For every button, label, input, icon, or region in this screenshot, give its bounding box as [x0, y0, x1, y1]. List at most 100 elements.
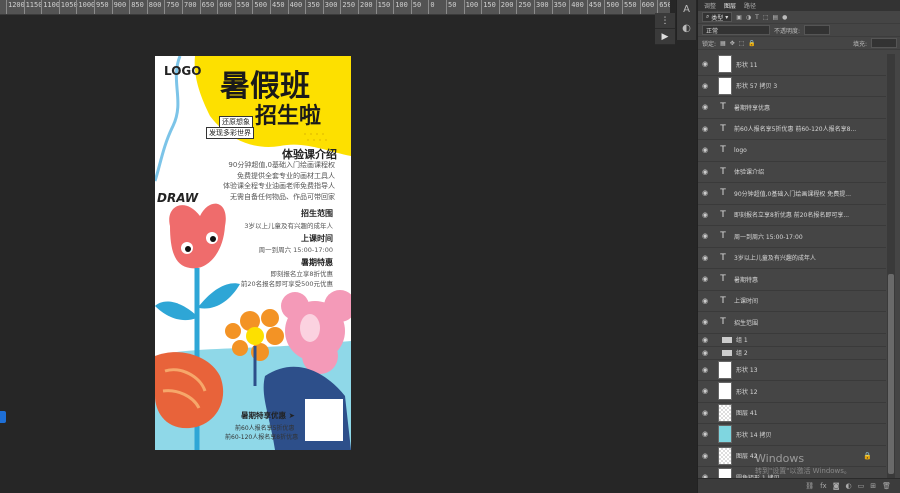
- visibility-eye-icon[interactable]: ◉: [698, 189, 712, 197]
- visibility-eye-icon[interactable]: ◉: [698, 430, 712, 438]
- layer-row[interactable]: ◉ 形状 11: [698, 54, 886, 76]
- ruler-label: 100: [395, 1, 408, 9]
- visibility-eye-icon[interactable]: ◉: [698, 254, 712, 262]
- ruler-label: 300: [536, 1, 549, 9]
- layer-thumbnail: [718, 446, 732, 465]
- layer-row[interactable]: ◉ T 体验课介绍: [698, 162, 886, 183]
- visibility-eye-icon[interactable]: ◉: [698, 297, 712, 305]
- visibility-eye-icon[interactable]: ◉: [698, 125, 712, 133]
- visibility-eye-icon[interactable]: ◉: [698, 349, 712, 357]
- layer-name: 体验课介绍: [734, 169, 765, 177]
- visibility-eye-icon[interactable]: ◉: [698, 275, 712, 283]
- layer-row[interactable]: ◉ T 3岁以上儿童及有兴趣的成年人: [698, 248, 886, 269]
- lock-position-icon[interactable]: ✥: [730, 40, 735, 47]
- visibility-eye-icon[interactable]: ◉: [698, 146, 712, 154]
- layer-row[interactable]: ◉ 组 2: [698, 347, 886, 360]
- layer-row[interactable]: ◉ 形状 57 拷贝 3: [698, 76, 886, 97]
- lock-pixels-icon[interactable]: ▦: [720, 40, 726, 47]
- blend-mode-select[interactable]: 正常: [702, 25, 770, 35]
- new-layer-icon[interactable]: ⊞: [870, 482, 876, 490]
- trash-icon[interactable]: 🗑: [882, 482, 891, 490]
- ruler-tick: [446, 0, 447, 14]
- visibility-eye-icon[interactable]: ◉: [698, 232, 712, 240]
- left-edge-widget[interactable]: [0, 411, 6, 423]
- filter-smart-icon[interactable]: ▤: [772, 14, 778, 21]
- fill-label: 填充:: [852, 40, 867, 48]
- layer-row[interactable]: ◉ T 90分钟超值,0基础入门绘画课程权 免费提...: [698, 183, 886, 205]
- opacity-input[interactable]: [804, 25, 831, 35]
- visibility-eye-icon[interactable]: ◉: [698, 211, 712, 219]
- layer-row[interactable]: ◉ T 前60人报名享5折优惠 前60-120人报名享8...: [698, 119, 886, 140]
- paragraph-icon[interactable]: ◐: [677, 19, 696, 38]
- filter-kind-select[interactable]: ⌕ 类型 ▾: [702, 12, 733, 22]
- layer-row[interactable]: ◉ T 即刻报名立享8折优惠 前20名报名即可享...: [698, 205, 886, 226]
- lock-artboard-icon[interactable]: ⬚: [739, 40, 745, 47]
- ruler-tick: [569, 0, 571, 14]
- ruler-label: 1200: [8, 1, 25, 9]
- layer-name: 暑期特惠: [734, 276, 759, 284]
- layer-name: 90分钟超值,0基础入门绘画课程权 免费提...: [734, 190, 851, 198]
- layer-row[interactable]: ◉ 形状 12: [698, 381, 886, 403]
- layer-name: 周一到周六 15:00-17:00: [734, 233, 803, 241]
- tab-paths[interactable]: 路径: [744, 1, 756, 10]
- layer-row[interactable]: ◉ 组 1: [698, 334, 886, 347]
- layer-row[interactable]: ◉ Tlogo: [698, 140, 886, 162]
- text-layer-icon: T: [720, 123, 726, 134]
- layers-panel: 调整 图层 路径 ⌕ 类型 ▾ ▣ ◑ T ⬚ ▤ ● 正常 不透明度: 锁定:…: [697, 0, 900, 493]
- layer-row[interactable]: ◉ T 上课时间: [698, 291, 886, 312]
- play-icon[interactable]: ▶: [655, 29, 675, 45]
- ruler-label: 500: [254, 1, 268, 9]
- ruler-tick: [622, 0, 623, 14]
- adjustment-icon[interactable]: ◐: [846, 482, 852, 490]
- time-text: 周一到周六 15:00-17:00: [258, 246, 333, 254]
- ruler-label: 250: [518, 1, 532, 9]
- ruler-label: 950: [96, 1, 109, 9]
- visibility-eye-icon[interactable]: ◉: [698, 168, 712, 176]
- visibility-eye-icon[interactable]: ◉: [698, 387, 712, 395]
- ruler-label: 350: [307, 1, 320, 9]
- poster-artboard[interactable]: LOGO 暑假班 招生啦 还原想象 发现多彩世界 体验课介绍 90分钟超值,0基…: [155, 56, 351, 450]
- visibility-eye-icon[interactable]: ◉: [698, 366, 712, 374]
- visibility-eye-icon[interactable]: ◉: [698, 452, 712, 460]
- layer-row[interactable]: ◉ T 暑期特享优惠: [698, 97, 886, 119]
- ruler-tick: [76, 0, 78, 14]
- layer-row[interactable]: ◉ T 招生范围: [698, 312, 886, 334]
- ruler-tick: [58, 0, 60, 14]
- character-icon[interactable]: A: [677, 0, 696, 19]
- visibility-eye-icon[interactable]: ◉: [698, 318, 712, 326]
- layer-row[interactable]: ◉ T 暑期特惠: [698, 269, 886, 291]
- ruler-label: 1050: [60, 1, 78, 9]
- visibility-eye-icon[interactable]: ◉: [698, 103, 712, 111]
- ruler-tick: [586, 0, 588, 14]
- tab-adjustments[interactable]: 调整: [704, 1, 716, 10]
- visibility-eye-icon[interactable]: ◉: [698, 82, 712, 90]
- layer-row[interactable]: ◉ T 周一到周六 15:00-17:00: [698, 226, 886, 248]
- layer-row[interactable]: ◉ 图层 41: [698, 403, 886, 424]
- layer-name: 组 2: [736, 350, 748, 357]
- tab-layers[interactable]: 图层: [724, 1, 736, 10]
- filter-shape-icon[interactable]: ⬚: [763, 14, 769, 21]
- filter-adjust-icon[interactable]: ◑: [746, 14, 751, 21]
- ruler-label: 550: [624, 1, 637, 9]
- lock-all-icon[interactable]: 🔒: [748, 40, 755, 47]
- visibility-eye-icon[interactable]: ◉: [698, 409, 712, 417]
- link-icon[interactable]: ⛓: [805, 482, 814, 490]
- filter-text-icon[interactable]: T: [755, 14, 759, 21]
- filter-pixel-icon[interactable]: ▣: [736, 14, 742, 21]
- scroll-thumb[interactable]: [888, 274, 894, 474]
- layer-row[interactable]: ◉ 形状 13: [698, 360, 886, 381]
- visibility-eye-icon[interactable]: ◉: [698, 336, 712, 344]
- layer-name: 形状 57 拷贝 3: [736, 83, 778, 91]
- folder-icon[interactable]: ▭: [858, 482, 865, 490]
- text-layer-icon: T: [720, 188, 726, 199]
- layer-row[interactable]: ◉ 形状 14 拷贝: [698, 424, 886, 446]
- fill-input[interactable]: [871, 38, 897, 48]
- layer-name: 前60人报名享5折优惠 前60-120人报名享8...: [734, 126, 857, 134]
- layers-scrollbar[interactable]: [887, 54, 895, 478]
- filter-toggle-icon[interactable]: ●: [782, 14, 787, 21]
- mask-icon[interactable]: ◙: [833, 482, 840, 490]
- grip-icon[interactable]: ⋮: [655, 13, 675, 29]
- fx-icon[interactable]: fx: [820, 482, 827, 490]
- visibility-eye-icon[interactable]: ◉: [698, 60, 712, 68]
- ruler-label: 550: [236, 1, 250, 9]
